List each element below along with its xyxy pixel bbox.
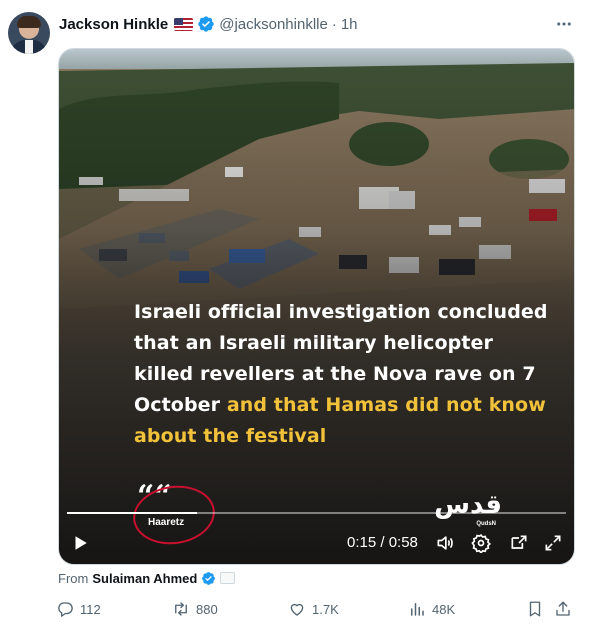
views-icon: [411, 603, 424, 616]
repost-button[interactable]: 880: [172, 598, 218, 620]
brand-handle: QudsN: [476, 521, 496, 527]
views-button[interactable]: 48K: [408, 598, 455, 620]
author-handle[interactable]: @jacksonhinklle: [219, 16, 328, 33]
video-progress-fill: [67, 512, 197, 514]
like-icon: [290, 603, 304, 616]
more-icon[interactable]: [552, 12, 576, 36]
video-player[interactable]: Israeli official investigation concluded…: [58, 48, 575, 565]
repost-count: 880: [196, 601, 218, 617]
repost-icon: [175, 602, 187, 616]
bookmark-button[interactable]: [526, 598, 544, 620]
bookmark-icon: [529, 601, 541, 617]
post: Jackson Hinkle @jacksonhinklle · 1h Isra…: [0, 0, 594, 636]
us-flag-icon: [174, 17, 194, 31]
video-progress-bar[interactable]: [67, 512, 566, 514]
reply-icon: [58, 602, 73, 617]
post-time[interactable]: 1h: [341, 16, 358, 33]
settings-icon[interactable]: [469, 529, 493, 557]
volume-icon[interactable]: [433, 529, 457, 557]
reply-count: 112: [80, 601, 101, 617]
from-name[interactable]: Sulaiman Ahmed: [92, 571, 197, 586]
separator: ·: [331, 15, 337, 33]
video-caption: Israeli official investigation concluded…: [134, 297, 554, 452]
video-timecode: 0:15 / 0:58: [347, 534, 418, 551]
play-icon[interactable]: [69, 529, 91, 557]
author-name[interactable]: Jackson Hinkle: [59, 16, 168, 33]
avatar[interactable]: [8, 12, 50, 54]
action-bar: 112 880 1.7K 48K: [56, 598, 576, 620]
affiliate-badge-icon: [220, 572, 236, 584]
like-count: 1.7K: [312, 601, 339, 617]
from-attribution: From Sulaiman Ahmed: [58, 570, 236, 586]
post-header: Jackson Hinkle @jacksonhinklle · 1h: [59, 14, 358, 34]
picture-in-picture-icon[interactable]: [507, 529, 531, 557]
source-label: Haaretz: [148, 517, 185, 528]
video-controls: 0:15 / 0:58: [59, 529, 574, 559]
verified-icon: [198, 16, 214, 32]
views-count: 48K: [432, 601, 456, 617]
fullscreen-icon[interactable]: [541, 529, 565, 557]
brand-logo: قدس: [434, 490, 502, 520]
reply-button[interactable]: 112: [56, 598, 101, 620]
share-icon: [556, 601, 570, 616]
from-prefix: From: [58, 570, 89, 586]
share-button[interactable]: [554, 598, 572, 620]
verified-icon: [202, 571, 216, 585]
like-button[interactable]: 1.7K: [288, 598, 339, 620]
